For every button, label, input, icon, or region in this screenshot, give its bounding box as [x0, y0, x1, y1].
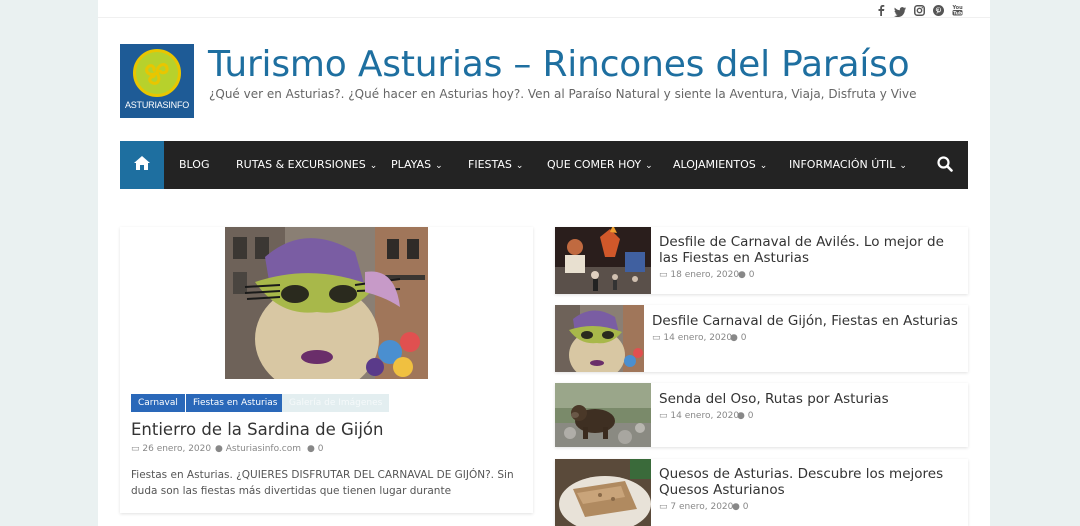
post-meta: ▭ 26 enero, 2020 ● Asturiasinfo.com ● 0	[131, 444, 431, 456]
side-post-thumbnail[interactable]	[555, 305, 644, 372]
tag-fiestas[interactable]: Fiestas en Asturias	[186, 394, 285, 412]
calendar-icon: ▭	[659, 411, 671, 421]
chevron-down-icon: ⌄	[759, 161, 768, 171]
nav-item-fiestas[interactable]: FIESTAS ⌄	[468, 141, 523, 189]
site-title[interactable]: Turismo Asturias – Rincones del Paraíso	[208, 44, 910, 85]
post-comments-count: 0	[740, 333, 747, 343]
chevron-down-icon: ⌄	[899, 161, 907, 171]
featured-post-excerpt: Fiestas en Asturias. ¿QUIERES DISFRUTAR …	[131, 469, 514, 497]
post-date-text: 18 enero, 2020	[670, 270, 740, 280]
search-icon	[937, 156, 953, 172]
nav-label: FIESTAS	[468, 158, 512, 171]
nav-label: INFORMACIÓN ÚTIL	[789, 158, 896, 171]
featured-post-card: Carnaval Fiestas en Asturias Galería de …	[120, 227, 533, 513]
home-button[interactable]	[120, 141, 164, 189]
comment-icon: ●	[737, 411, 748, 421]
nav-item-informacion[interactable]: INFORMACIÓN ÚTIL ⌄	[789, 141, 907, 189]
side-post-title[interactable]: Quesos de Asturias. Descubre los mejores…	[659, 466, 959, 498]
post-comments-count: 0	[317, 444, 324, 454]
side-post-thumbnail[interactable]	[555, 383, 651, 447]
post-comments[interactable]: ● 0	[732, 502, 748, 512]
post-author-text: Asturiasinfo.com	[225, 444, 302, 454]
post-author[interactable]: ● Asturiasinfo.com	[215, 444, 301, 454]
side-post-card: Desfile de Carnaval de Avilés. Lo mejor …	[555, 227, 968, 294]
facebook-icon[interactable]	[877, 1, 885, 20]
post-date[interactable]: ▭ 26 enero, 2020	[131, 444, 211, 454]
side-post-title[interactable]: Senda del Oso, Rutas por Asturias	[659, 391, 959, 407]
calendar-icon: ▭	[659, 270, 671, 280]
nav-label: BLOG	[179, 158, 210, 171]
side-post-thumbnail[interactable]	[555, 227, 651, 294]
chevron-down-icon: ⌄	[369, 161, 378, 171]
search-button[interactable]	[937, 156, 953, 176]
post-comments[interactable]: ● 0	[738, 270, 754, 280]
post-comments-count: 0	[742, 502, 749, 512]
post-date-text: 14 enero, 2020	[670, 411, 740, 421]
post-meta: ▭ 18 enero, 2020 ● 0	[659, 270, 859, 282]
nav-label: PLAYAS	[391, 158, 432, 171]
post-comments[interactable]: ● 0	[307, 444, 323, 454]
featured-post-title[interactable]: Entierro de la Sardina de Gijón	[131, 420, 383, 439]
user-icon: ●	[215, 444, 226, 454]
side-post-title[interactable]: Desfile Carnaval de Gijón, Fiestas en As…	[652, 313, 962, 329]
side-post-card: Senda del Oso, Rutas por Asturias ▭ 14 e…	[555, 383, 968, 447]
post-comments-count: 0	[747, 411, 754, 421]
side-post-title[interactable]: Desfile de Carnaval de Avilés. Lo mejor …	[659, 234, 959, 266]
featured-post-image[interactable]	[225, 227, 428, 379]
calendar-icon: ▭	[659, 502, 671, 512]
tag-carnaval[interactable]: Carnaval	[131, 394, 185, 412]
post-comments-count: 0	[748, 270, 755, 280]
post-date-text: 7 enero, 2020	[670, 502, 734, 512]
comment-icon: ●	[738, 270, 749, 280]
instagram-icon[interactable]	[914, 1, 925, 20]
calendar-icon: ▭	[652, 333, 664, 343]
post-date[interactable]: ▭ 14 enero, 2020	[659, 411, 739, 421]
post-meta: ▭ 14 enero, 2020 ● 0	[659, 411, 859, 423]
site-logo[interactable]: ASTURIASINFO	[120, 44, 194, 118]
pinterest-icon[interactable]	[933, 1, 944, 20]
svg-text:Tube: Tube	[953, 11, 963, 17]
nav-item-blog[interactable]: BLOG	[179, 141, 209, 189]
youtube-icon[interactable]: YouTube	[952, 1, 966, 20]
main-nav: BLOG RUTAS & EXCURSIONES ⌄ PLAYAS ⌄ FIESTA…	[120, 141, 968, 189]
nav-item-playas[interactable]: PLAYAS ⌄	[391, 141, 443, 189]
side-post-card: Quesos de Asturias. Descubre los mejores…	[555, 459, 968, 526]
side-post-thumbnail[interactable]	[555, 459, 651, 526]
home-icon	[134, 156, 150, 170]
chevron-down-icon: ⌄	[435, 161, 443, 171]
twitter-icon[interactable]	[894, 2, 906, 21]
logo-text: ASTURIASINFO	[124, 100, 190, 110]
post-comments[interactable]: ● 0	[737, 411, 753, 421]
post-date-text: 14 enero, 2020	[663, 333, 733, 343]
nav-label: QUE COMER HOY	[547, 158, 642, 171]
comment-icon: ●	[732, 502, 743, 512]
tag-galeria[interactable]: Galería de Imágenes	[282, 394, 390, 412]
chevron-down-icon: ⌄	[515, 161, 524, 171]
triskel-emblem	[133, 49, 181, 97]
post-meta: ▭ 14 enero, 2020 ● 0	[652, 333, 852, 345]
comment-icon: ●	[307, 444, 318, 454]
site-tagline: ¿Qué ver en Asturias?. ¿Qué hacer en Ast…	[209, 87, 917, 101]
post-comments[interactable]: ● 0	[730, 333, 746, 343]
nav-item-rutas[interactable]: RUTAS & EXCURSIONES ⌄	[236, 141, 377, 189]
post-date[interactable]: ▭ 14 enero, 2020	[652, 333, 732, 343]
comment-icon: ●	[730, 333, 741, 343]
nav-label: RUTAS & EXCURSIONES	[236, 158, 366, 171]
post-date-text: 26 enero, 2020	[142, 444, 212, 454]
calendar-icon: ▭	[131, 444, 143, 454]
nav-item-que-comer[interactable]: QUE COMER HOY ⌄	[547, 141, 653, 189]
nav-item-alojamientos[interactable]: ALOJAMIENTOS ⌄	[673, 141, 767, 189]
post-meta: ▭ 7 enero, 2020 ● 0	[659, 502, 859, 514]
side-post-card: Desfile Carnaval de Gijón, Fiestas en As…	[555, 305, 968, 372]
social-bar	[98, 0, 990, 18]
nav-label: ALOJAMIENTOS	[673, 158, 756, 171]
post-date[interactable]: ▭ 7 enero, 2020	[659, 502, 733, 512]
chevron-down-icon: ⌄	[645, 161, 653, 171]
post-date[interactable]: ▭ 18 enero, 2020	[659, 270, 739, 280]
